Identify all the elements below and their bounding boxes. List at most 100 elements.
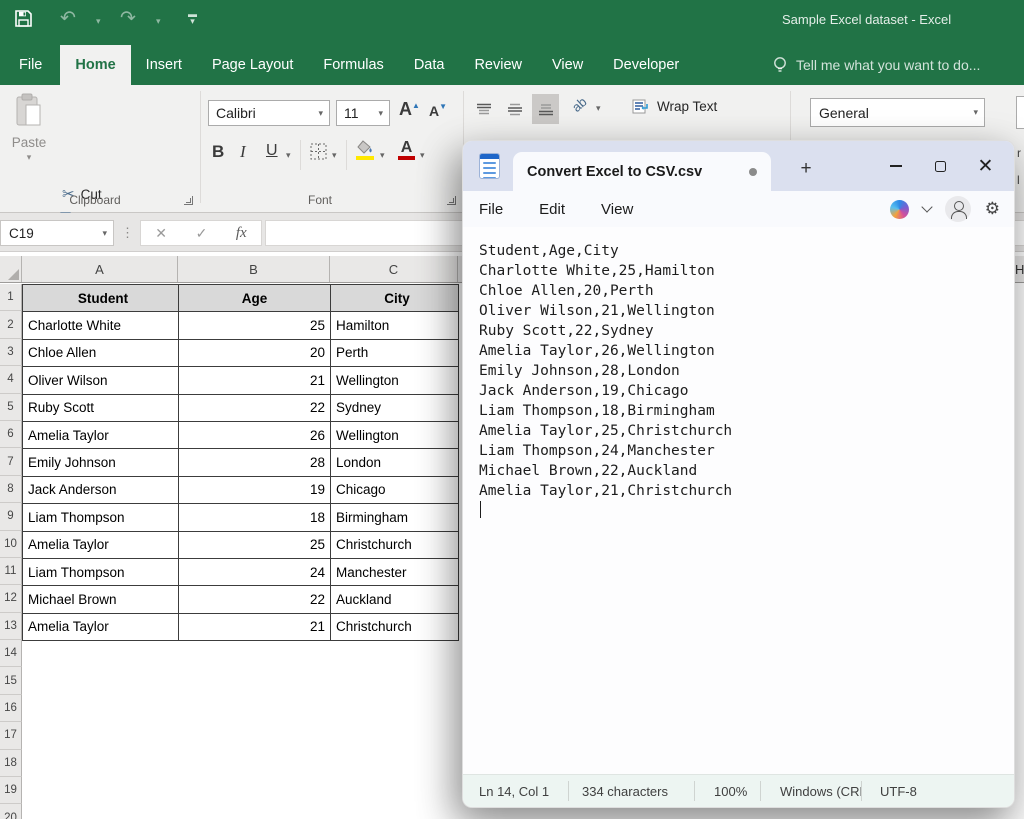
row-header-11[interactable]: 11 [0, 558, 22, 585]
data-cell[interactable]: 22 [179, 395, 331, 422]
data-cell[interactable]: Michael Brown [23, 586, 179, 613]
data-cell[interactable]: Amelia Taylor [23, 422, 179, 449]
row-header-20[interactable]: 20 [0, 804, 22, 819]
font-name-combo[interactable]: Calibri ▾ [208, 100, 330, 126]
cancel-icon[interactable]: ✕ [155, 225, 167, 242]
data-cell[interactable]: Liam Thompson [23, 559, 179, 586]
data-cell[interactable]: 25 [179, 532, 331, 559]
borders-dropdown-icon[interactable]: ▾ [332, 150, 337, 161]
header-cell[interactable]: Age [179, 285, 331, 312]
undo-dropdown-icon[interactable]: ▾ [96, 16, 101, 27]
data-cell[interactable]: Amelia Taylor [23, 532, 179, 559]
shrink-font-button[interactable]: A▼ [429, 102, 447, 119]
undo-icon[interactable]: ↶ [60, 7, 76, 30]
data-cell[interactable]: Wellington [331, 422, 459, 449]
select-all-corner[interactable] [0, 256, 22, 282]
minimize-button[interactable] [873, 141, 918, 191]
menu-view[interactable]: View [589, 196, 645, 223]
row-header-4[interactable]: 4 [0, 366, 22, 393]
account-icon[interactable] [945, 196, 971, 222]
ribbon-tab-page-layout[interactable]: Page Layout [197, 45, 308, 85]
data-cell[interactable]: 19 [179, 477, 331, 504]
row-header-5[interactable]: 5 [0, 394, 22, 421]
number-format-dropdown-icon[interactable]: ▾ [973, 107, 984, 118]
data-cell[interactable]: Emily Johnson [23, 449, 179, 476]
close-button[interactable]: ✕ [963, 141, 1008, 191]
fill-color-button[interactable] [356, 140, 376, 160]
enter-check-icon[interactable]: ✓ [196, 225, 208, 242]
ribbon-tab-review[interactable]: Review [459, 45, 537, 85]
ribbon-tab-view[interactable]: View [537, 45, 598, 85]
row-header-10[interactable]: 10 [0, 531, 22, 558]
data-cell[interactable]: Sydney [331, 395, 459, 422]
top-align-button[interactable] [470, 94, 497, 124]
ribbon-tab-formulas[interactable]: Formulas [308, 45, 398, 85]
row-header-16[interactable]: 16 [0, 695, 22, 722]
column-header-c[interactable]: C [330, 256, 458, 282]
data-cell[interactable]: 21 [179, 614, 331, 641]
row-header-15[interactable]: 15 [0, 667, 22, 694]
data-cell[interactable]: 20 [179, 340, 331, 367]
ribbon-tab-insert[interactable]: Insert [131, 45, 197, 85]
bold-button[interactable]: B [212, 142, 224, 162]
font-color-button[interactable]: A [398, 139, 415, 160]
data-cell[interactable]: London [331, 449, 459, 476]
notepad-titlebar[interactable]: Convert Excel to CSV.csv + ✕ [463, 141, 1014, 191]
header-cell[interactable]: City [331, 285, 459, 312]
data-cell[interactable]: Perth [331, 340, 459, 367]
name-box[interactable]: C19 ▾ [0, 220, 114, 246]
data-cell[interactable]: Charlotte White [23, 312, 179, 339]
name-box-dropdown-icon[interactable]: ▾ [102, 228, 113, 239]
grow-font-button[interactable]: A▲ [399, 99, 420, 120]
font-dialog-launcher-icon[interactable] [447, 196, 456, 205]
italic-button[interactable]: I [240, 142, 246, 162]
data-cell[interactable]: Chloe Allen [23, 340, 179, 367]
notepad-tab[interactable]: Convert Excel to CSV.csv [513, 152, 771, 191]
menu-edit[interactable]: Edit [527, 196, 577, 223]
customize-quick-access-icon[interactable]: ▬▾ [188, 11, 197, 25]
status-zoom-level[interactable]: 100% [695, 784, 760, 799]
wrap-text-button[interactable]: Wrap Text [632, 98, 717, 115]
data-cell[interactable]: 25 [179, 312, 331, 339]
ribbon-tab-home[interactable]: Home [60, 45, 130, 85]
data-cell[interactable]: Wellington [331, 367, 459, 394]
redo-icon[interactable]: ↷ [120, 7, 136, 30]
data-cell[interactable]: Liam Thompson [23, 504, 179, 531]
data-cell[interactable]: Christchurch [331, 532, 459, 559]
redo-dropdown-icon[interactable]: ▾ [156, 16, 161, 27]
data-cell[interactable]: 26 [179, 422, 331, 449]
menu-file[interactable]: File [467, 196, 515, 223]
row-header-14[interactable]: 14 [0, 640, 22, 667]
maximize-button[interactable] [918, 141, 963, 191]
middle-align-button[interactable] [501, 94, 528, 124]
data-cell[interactable]: Ruby Scott [23, 395, 179, 422]
data-cell[interactable]: Christchurch [331, 614, 459, 641]
row-header-12[interactable]: 12 [0, 585, 22, 612]
row-header-1[interactable]: 1 [0, 284, 22, 311]
borders-button[interactable] [310, 143, 327, 160]
row-header-3[interactable]: 3 [0, 339, 22, 366]
header-cell[interactable]: Student [23, 285, 179, 312]
row-header-2[interactable]: 2 [0, 311, 22, 338]
paste-button[interactable]: Paste ▾ [6, 93, 52, 189]
row-header-18[interactable]: 18 [0, 750, 22, 777]
data-cell[interactable]: 22 [179, 586, 331, 613]
orientation-dropdown-icon[interactable]: ▾ [596, 103, 601, 114]
data-cell[interactable]: 18 [179, 504, 331, 531]
orientation-button[interactable]: ab [569, 94, 590, 115]
fill-color-dropdown-icon[interactable]: ▾ [380, 150, 385, 161]
settings-gear-icon[interactable]: ⚙ [985, 199, 1000, 219]
save-icon[interactable] [14, 9, 33, 28]
new-tab-button[interactable]: + [791, 154, 821, 184]
data-cell[interactable]: 24 [179, 559, 331, 586]
data-cell[interactable]: Manchester [331, 559, 459, 586]
notepad-text-area[interactable]: Student,Age,City Charlotte White,25,Hami… [463, 227, 1014, 774]
column-header-b[interactable]: B [178, 256, 330, 282]
underline-dropdown-icon[interactable]: ▾ [286, 150, 291, 161]
copilot-chevron-icon[interactable] [921, 201, 932, 212]
data-cell[interactable]: Chicago [331, 477, 459, 504]
row-header-6[interactable]: 6 [0, 421, 22, 448]
row-header-13[interactable]: 13 [0, 613, 22, 640]
underline-button[interactable]: U [266, 142, 278, 160]
bottom-align-button[interactable] [532, 94, 559, 124]
